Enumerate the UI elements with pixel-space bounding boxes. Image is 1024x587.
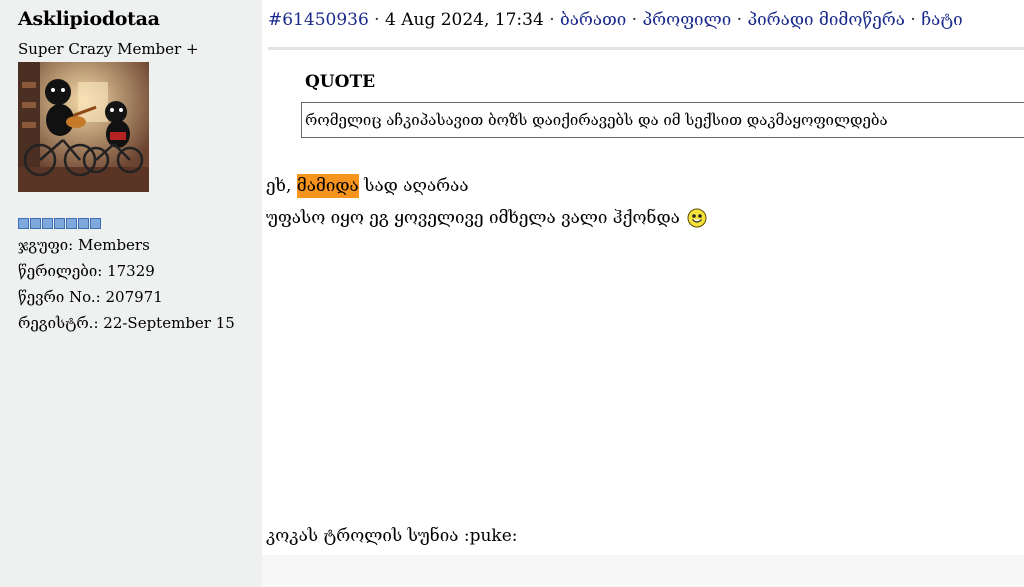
rank-pip <box>66 218 77 229</box>
separator: · <box>731 10 748 30</box>
separator: · <box>543 10 561 30</box>
author-panel: Asklipiodotaa Super Crazy Member + ჯგუფი… <box>0 0 262 555</box>
post-header: #61450936 · 4 Aug 2024, 17:34 · ბარათი ·… <box>268 10 963 30</box>
author-rank: Super Crazy Member + <box>18 40 199 58</box>
highlighted-word: მამიდა <box>296 174 359 198</box>
quote-label: QUOTE <box>305 72 376 92</box>
line1-suffix: სად აღარაა <box>358 176 469 196</box>
line2-text: უფასო იყო ეგ ყოველივე იმხელა ვალი ჰქონდა <box>266 208 680 228</box>
separator: · <box>368 10 385 30</box>
rank-pip <box>90 218 101 229</box>
rank-pips <box>18 218 101 229</box>
post-id-link[interactable]: #61450936 <box>268 10 369 30</box>
rank-pip <box>42 218 53 229</box>
rank-pip <box>18 218 29 229</box>
separator: · <box>626 10 643 30</box>
quote-box: რომელიც აჩკიპასავით ბოზს დაიქირავებს და … <box>301 102 1024 138</box>
avatar[interactable] <box>18 62 149 192</box>
private-message-link[interactable]: პირადი მიმოწერა <box>747 10 905 30</box>
post-footer <box>0 555 1024 587</box>
author-posts: წერილები: 17329 <box>18 262 155 280</box>
header-divider <box>268 47 1024 50</box>
post-footer-right <box>262 555 1024 587</box>
quote-text: რომელიც აჩკიპასავით ბოზს დაიქირავებს და … <box>305 111 888 129</box>
rank-pip <box>54 218 65 229</box>
post-line-2: უფასო იყო ეგ ყოველივე იმხელა ვალი ჰქონდა <box>266 208 707 233</box>
post-line-1: ეხ, მამიდა სად აღარაა <box>266 174 469 198</box>
rank-pip <box>78 218 89 229</box>
line1-prefix: ეხ, <box>266 176 297 196</box>
rate-link[interactable]: ბარათი <box>560 10 626 30</box>
author-member-no: წევრი No.: 207971 <box>18 288 163 306</box>
rank-pip <box>30 218 41 229</box>
author-group: ჯგუფი: Members <box>18 236 150 254</box>
avatar-image <box>18 62 149 192</box>
chat-link[interactable]: ჩატი <box>921 10 962 30</box>
post-date: 4 Aug 2024, 17:34 <box>385 10 544 30</box>
author-registered: რეგისტრ.: 22-September 15 <box>18 314 235 332</box>
post-body: #61450936 · 4 Aug 2024, 17:34 · ბარათი ·… <box>262 0 1024 555</box>
profile-link[interactable]: პროფილი <box>642 10 731 30</box>
author-username[interactable]: Asklipiodotaa <box>18 8 160 30</box>
separator: · <box>905 10 922 30</box>
smiley-icon <box>687 208 707 233</box>
post-signature: კოკას ტროლის სუნია :puke: <box>266 526 518 546</box>
